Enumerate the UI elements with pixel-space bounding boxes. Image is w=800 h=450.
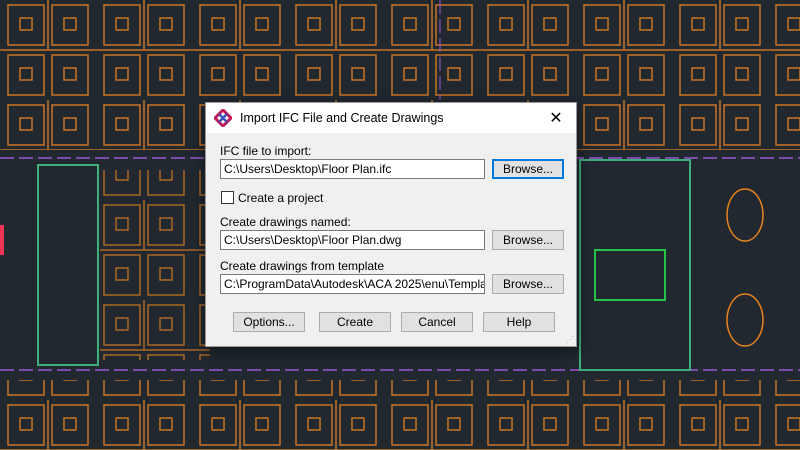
create-project-label[interactable]: Create a project	[238, 191, 323, 205]
template-input[interactable]: C:\ProgramData\Autodesk\ACA 2025\enu\Tem…	[220, 274, 485, 294]
browse-ifc-button[interactable]: Browse...	[492, 159, 564, 179]
browse-drawings-button[interactable]: Browse...	[492, 230, 564, 250]
ifc-file-input[interactable]: C:\Users\Desktop\Floor Plan.ifc	[220, 159, 485, 179]
drawings-named-input[interactable]: C:\Users\Desktop\Floor Plan.dwg	[220, 230, 485, 250]
drawings-named-label: Create drawings named:	[220, 215, 351, 229]
ifc-file-label: IFC file to import:	[220, 144, 312, 158]
cancel-button[interactable]: Cancel	[401, 312, 473, 332]
close-icon: ✕	[549, 110, 563, 127]
import-ifc-dialog: Import IFC File and Create Drawings ✕ IF…	[205, 102, 577, 347]
resize-grip-icon[interactable]: ⋰	[566, 335, 574, 344]
dialog-title: Import IFC File and Create Drawings	[240, 111, 444, 125]
dialog-title-bar: Import IFC File and Create Drawings ✕	[206, 103, 576, 133]
options-button[interactable]: Options...	[233, 312, 305, 332]
create-button[interactable]: Create	[319, 312, 391, 332]
template-label: Create drawings from template	[220, 259, 385, 273]
browse-template-button[interactable]: Browse...	[492, 274, 564, 294]
close-button[interactable]: ✕	[536, 103, 576, 133]
create-project-checkbox[interactable]	[221, 191, 234, 204]
help-button[interactable]: Help	[483, 312, 555, 332]
app-logo-icon	[214, 109, 232, 127]
